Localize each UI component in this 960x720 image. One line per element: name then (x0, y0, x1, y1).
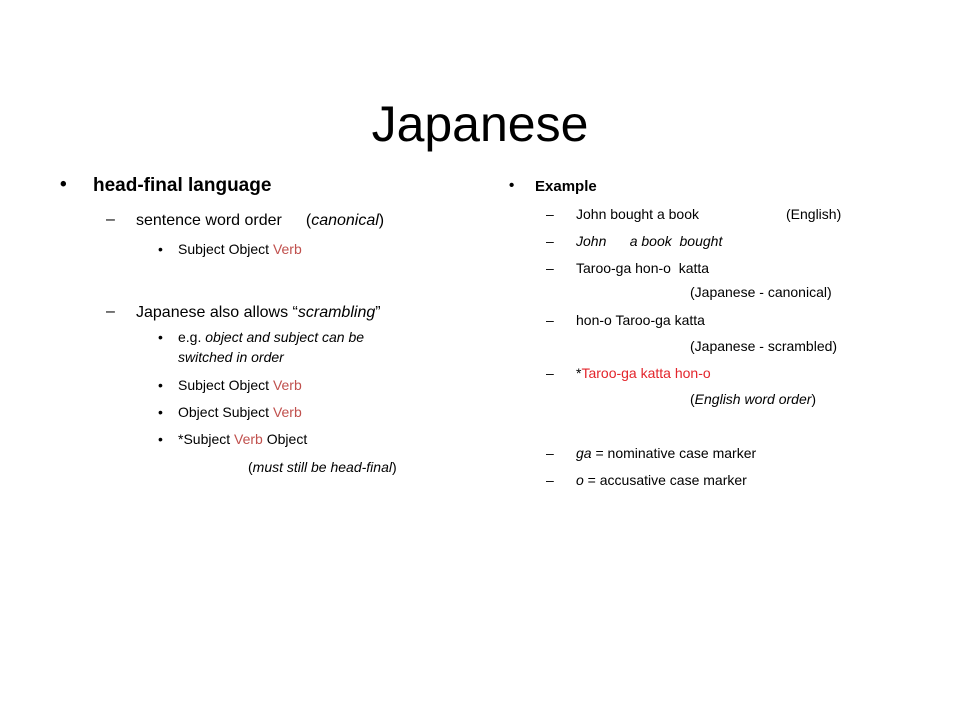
bullet-icon: • (60, 174, 67, 195)
dash-icon: – (546, 233, 554, 249)
example-gloss: (Japanese - scrambled) (690, 338, 838, 354)
head-final-note: (must still be head-final) (248, 459, 397, 475)
order-item: Object Subject Verb (178, 404, 302, 420)
slide-title: Japanese (371, 95, 589, 152)
dash-icon: – (546, 260, 554, 276)
example-item: Taroo-ga hon-o katta (576, 260, 710, 276)
bullet-icon: • (158, 404, 163, 420)
example-item: John bought a book (576, 206, 699, 222)
canonical-note: canonical (311, 212, 379, 229)
example-gloss: (English word order) (690, 391, 817, 407)
example-item: hon-o Taroo-ga katta (576, 312, 705, 328)
scrambling-item: Japanese also allows “scrambling” (136, 304, 381, 321)
ungrammatical-example: *Taroo-ga katta hon-o (576, 365, 711, 381)
canonical-label: sentence word order (136, 212, 282, 229)
dash-icon: – (546, 312, 554, 328)
case-marker-item: o = accusative case marker (576, 472, 747, 488)
bullet-icon: • (158, 329, 163, 345)
dash-icon: – (546, 472, 554, 488)
order-item: Subject Object Verb (178, 377, 302, 393)
dash-icon: – (546, 206, 554, 222)
dash-icon: – (106, 211, 115, 228)
bullet-icon: • (158, 431, 163, 447)
example-item: John a book bought (576, 233, 723, 249)
bullet-icon: • (509, 177, 515, 194)
example-gloss: (English) (786, 206, 842, 222)
bullet-icon: • (158, 241, 163, 257)
head-final-heading: head-final language (93, 175, 272, 196)
sov-item: Subject Object Verb (178, 241, 302, 257)
eg-line-2: switched in order (178, 349, 284, 365)
bullet-icon: • (158, 377, 163, 393)
dash-icon: – (106, 303, 115, 320)
dash-icon: – (546, 365, 554, 381)
order-item: *Subject Verb Object (178, 431, 308, 447)
case-marker-item: ga = nominative case marker (576, 445, 757, 461)
verb-highlight: Verb (272, 241, 302, 257)
example-gloss: (Japanese - canonical) (690, 284, 832, 300)
eg-line-1: e.g. object and subject can be (178, 329, 365, 345)
dash-icon: – (546, 445, 554, 461)
example-heading: Example (535, 178, 597, 195)
canonical-order-item: sentence word order (canonical) (136, 212, 385, 229)
